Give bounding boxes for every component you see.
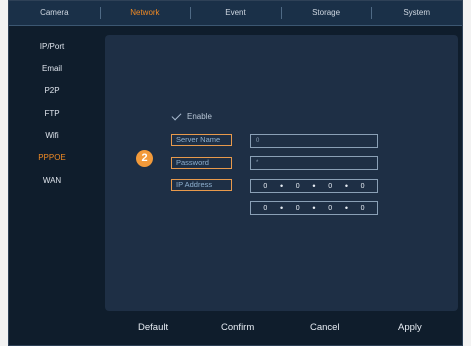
tab-camera[interactable]: Camera [9, 1, 100, 25]
tab-system[interactable]: System [371, 1, 462, 25]
server-name-label: Server Name [171, 134, 232, 146]
password-input[interactable]: * [250, 156, 378, 170]
ip-octet-3[interactable]: 0 [328, 183, 332, 190]
server-name-input[interactable]: 0 [250, 134, 378, 148]
ip-separator: • [312, 203, 316, 213]
sidebar-item-ip-port[interactable]: IP/Port [9, 42, 95, 51]
sidebar-item-p2p[interactable]: P2P [9, 86, 95, 95]
tab-network[interactable]: Network [99, 1, 191, 25]
ip-octet-4[interactable]: 0 [361, 183, 365, 190]
confirm-button[interactable]: Confirm [221, 322, 254, 333]
ip-octet-2[interactable]: 0 [296, 183, 300, 190]
ip-separator: • [312, 181, 316, 191]
ip-separator: • [344, 181, 348, 191]
network-sidebar: IP/Port Email P2P FTP Wifi PPPOE WAN [9, 25, 95, 345]
ip-address-input-2[interactable]: 0 • 0 • 0 • 0 [250, 201, 378, 215]
check-icon [171, 110, 182, 120]
sidebar-item-email[interactable]: Email [9, 64, 95, 73]
settings-window: Camera Network Event Storage System IP/P… [8, 0, 463, 346]
cancel-button[interactable]: Cancel [310, 322, 340, 333]
step-badge: 2 [136, 150, 153, 167]
pppoe-settings-panel [105, 35, 458, 311]
sidebar-item-pppoe[interactable]: PPPOE [9, 153, 95, 162]
ip-address-input[interactable]: 0 • 0 • 0 • 0 [250, 179, 378, 193]
default-button[interactable]: Default [138, 322, 168, 333]
ip-octet-4[interactable]: 0 [361, 205, 365, 212]
top-tab-bar: Camera Network Event Storage System [9, 1, 462, 26]
ip-separator: • [279, 203, 284, 213]
sidebar-item-ftp[interactable]: FTP [9, 109, 95, 118]
tab-event[interactable]: Event [190, 1, 281, 25]
ip-octet-3[interactable]: 0 [328, 205, 332, 212]
footer-actions: Default Confirm Cancel Apply [96, 322, 449, 336]
ip-address-label: IP Address [171, 179, 232, 191]
ip-separator: • [279, 181, 284, 191]
enable-checkbox[interactable]: Enable [171, 110, 212, 121]
ip-octet-1[interactable]: 0 [263, 183, 267, 190]
ip-octet-1[interactable]: 0 [263, 205, 267, 212]
password-label: Password [171, 157, 232, 169]
tab-storage[interactable]: Storage [280, 1, 372, 25]
ip-octet-2[interactable]: 0 [296, 205, 300, 212]
sidebar-item-wifi[interactable]: Wifi [9, 131, 95, 140]
ip-separator: • [344, 203, 348, 213]
apply-button[interactable]: Apply [398, 322, 422, 333]
enable-label: Enable [187, 112, 212, 121]
sidebar-item-wan[interactable]: WAN [9, 176, 95, 185]
